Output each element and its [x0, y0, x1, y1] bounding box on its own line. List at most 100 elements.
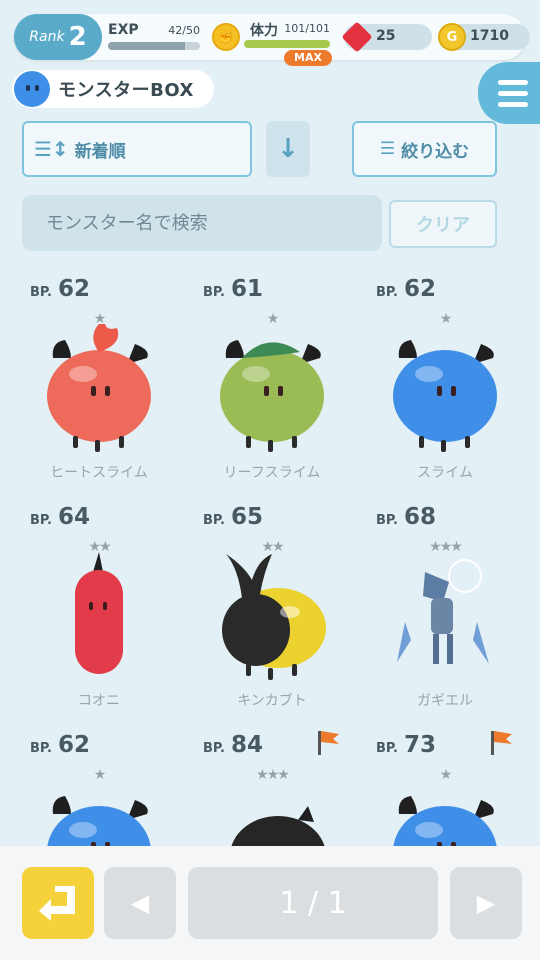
monster-name: ガギエル [417, 693, 473, 709]
battle-power: BP. 61 [203, 276, 263, 302]
sort-icon: ☰↕ [34, 137, 69, 161]
stamina-label: 体力 [250, 23, 278, 39]
battle-power: BP. 64 [30, 504, 90, 530]
bp-value: 68 [404, 504, 437, 530]
monster-name: キンカブト [237, 693, 307, 709]
monster-art [39, 552, 159, 682]
monster-card[interactable]: BP. 64 ★★ コオニ [24, 496, 174, 722]
stamina-meter[interactable]: ✊ 体力 101/101 MAX [212, 20, 334, 66]
monster-name: コオニ [78, 693, 120, 709]
page-title-pill: モンスターBOX [12, 70, 214, 108]
bp-label: BP. [376, 285, 398, 300]
monster-art [212, 324, 332, 454]
bp-value: 62 [404, 276, 437, 302]
monster-art [385, 552, 505, 682]
exp-label: EXP [108, 22, 139, 38]
kinkabuto-art [222, 554, 326, 680]
monster-card[interactable]: BP. 68 ★★★ ガギエル [370, 496, 520, 722]
hamburger-icon [498, 79, 528, 85]
battle-power: BP. 62 [30, 732, 90, 758]
stamina-bar [244, 40, 330, 48]
back-button[interactable] [22, 867, 94, 939]
prev-page-button[interactable]: ◀ [104, 867, 176, 939]
prev-arrow-icon: ◀ [130, 889, 150, 917]
stamina-bar-fill [244, 40, 330, 48]
page-title: モンスターBOX [58, 80, 194, 101]
monster-art [39, 318, 159, 454]
bp-value: 62 [58, 732, 91, 758]
black-beast-art [231, 806, 325, 846]
monster-card[interactable]: BP. 61 ★ リーフスライム [197, 268, 347, 494]
bp-label: BP. [30, 285, 52, 300]
battle-power: BP. 62 [30, 276, 90, 302]
monster-card[interactable]: BP. 62 ★ [24, 724, 174, 846]
gold-counter[interactable]: G 1710 [438, 23, 530, 51]
gem-counter[interactable]: 25 [341, 21, 432, 53]
stamina-value: 101/101 [284, 22, 330, 35]
bp-value: 73 [404, 732, 437, 758]
next-page-button[interactable]: ▶ [450, 867, 522, 939]
gold-value: 1710 [470, 28, 509, 44]
monster-art [212, 780, 332, 846]
sort-direction-button[interactable]: ↓ [266, 121, 310, 177]
exp-bar [108, 42, 200, 50]
monster-name: スライム [417, 465, 473, 481]
rank-label: Rank [29, 29, 65, 45]
bp-value: 65 [231, 504, 264, 530]
battle-power: BP. 65 [203, 504, 263, 530]
battle-power: BP. 68 [376, 504, 436, 530]
monster-art [385, 324, 505, 454]
bp-label: BP. [203, 285, 225, 300]
rank-badge[interactable]: Rank 2 [14, 14, 102, 60]
slime-avatar-icon [14, 71, 50, 107]
menu-button[interactable] [478, 62, 540, 124]
monster-card[interactable]: BP. 62 ★ ヒートスライム [24, 268, 174, 494]
monster-art [385, 780, 505, 846]
bp-value: 84 [231, 732, 264, 758]
rank-value: 2 [68, 22, 87, 52]
monster-name: リーフスライム [223, 465, 321, 481]
monster-art [39, 780, 159, 846]
bp-label: BP. [376, 741, 398, 756]
gem-icon [341, 21, 373, 53]
filter-icon: ☰ [379, 139, 396, 159]
exp-value: 42/50 [168, 24, 200, 37]
bp-label: BP. [30, 513, 52, 528]
gem-value: 25 [376, 28, 396, 44]
monster-card[interactable]: BP. 62 ★ スライム [370, 268, 520, 494]
kooni-art [75, 552, 123, 674]
bp-value: 64 [58, 504, 91, 530]
bp-label: BP. [30, 741, 52, 756]
monster-card[interactable]: BP. 73 ★ [370, 724, 520, 846]
bp-value: 62 [58, 276, 91, 302]
next-arrow-icon: ▶ [476, 889, 496, 917]
slime-art [47, 796, 151, 846]
arrow-down-icon: ↓ [277, 134, 299, 164]
bp-value: 61 [231, 276, 264, 302]
bp-label: BP. [376, 513, 398, 528]
sort-button[interactable]: ☰↕ 新着順 [22, 121, 252, 177]
bp-label: BP. [203, 741, 225, 756]
filter-button[interactable]: ☰ 絞り込む [352, 121, 497, 177]
heat-slime-art [47, 318, 151, 452]
gagiel-art [397, 559, 489, 664]
flag-icon [318, 731, 339, 755]
gold-coin-icon: G [438, 23, 466, 51]
stamina-icon: ✊ [212, 23, 240, 51]
battle-power: BP. 84 [203, 732, 263, 758]
monster-name: ヒートスライム [50, 465, 148, 481]
page-indicator: 1 / 1 [188, 867, 438, 939]
clear-button[interactable]: クリア [389, 200, 497, 248]
slime-art [393, 796, 497, 846]
flag-icon [491, 731, 512, 755]
search-input[interactable] [22, 195, 382, 251]
stamina-max-badge: MAX [284, 50, 332, 66]
slime-art [393, 340, 497, 452]
sort-label: 新着順 [74, 141, 126, 162]
monster-card[interactable]: BP. 65 ★★ キンカブト [197, 496, 347, 722]
monster-card[interactable]: BP. 84 ★★★ [197, 724, 347, 846]
monster-art [212, 552, 332, 682]
status-bar: Rank 2 EXP 42/50 ✊ 体力 101/101 MAX 25 G 1… [14, 14, 530, 66]
page-indicator-text: 1 / 1 [279, 885, 347, 921]
leaf-slime-art [220, 340, 324, 452]
